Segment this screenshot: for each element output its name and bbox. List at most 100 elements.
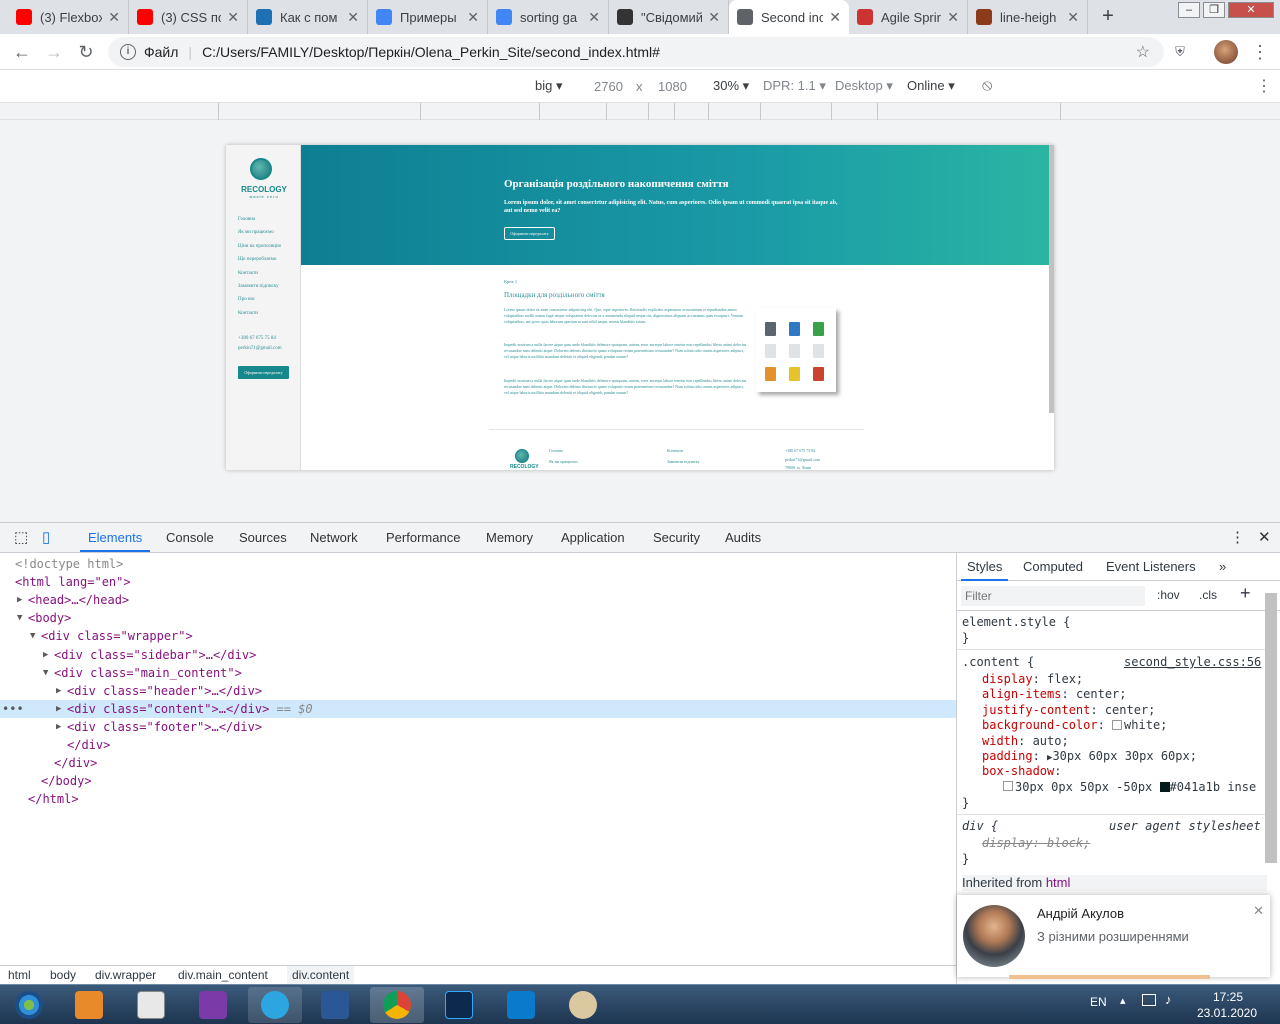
expand-toggle-icon[interactable]: ▶	[56, 718, 61, 736]
devtools-tab-sources[interactable]: Sources	[231, 523, 295, 552]
inspect-element-icon[interactable]: ⬚	[6, 523, 36, 552]
devtools-tab-elements[interactable]: Elements	[80, 523, 151, 552]
maximize-button[interactable]: ❐	[1203, 2, 1225, 18]
breadcrumb-item[interactable]: div.content	[287, 966, 355, 985]
dom-node[interactable]: ▼ <div class="wrapper">	[0, 627, 956, 645]
breadcrumb-item[interactable]: html	[3, 966, 36, 985]
styles-tab[interactable]: »	[1213, 553, 1232, 581]
extension-icon[interactable]: ⛨	[1168, 40, 1192, 64]
browser-tab[interactable]: Как с пом ✕	[248, 0, 368, 34]
device-select[interactable]: big ▾	[535, 78, 563, 94]
browser-tab[interactable]: Agile Sprir ✕	[849, 0, 968, 34]
devtools-close-icon[interactable]: ✕	[1250, 523, 1279, 552]
browser-tab[interactable]: (3) CSS по ✕	[129, 0, 248, 34]
browser-tab[interactable]: sorting ga ✕	[488, 0, 609, 34]
styles-scrollbar[interactable]	[1265, 593, 1277, 863]
box-shadow-value[interactable]: 30px 0px 50px -50px #041a1b inse	[1003, 779, 1256, 795]
node-actions-icon[interactable]: •••	[2, 700, 24, 718]
notification-close-icon[interactable]: ✕	[1253, 903, 1264, 919]
site-scrollbar[interactable]	[1049, 145, 1054, 413]
new-rule-icon[interactable]: +	[1240, 583, 1251, 604]
styles-tab[interactable]: Styles	[961, 553, 1009, 581]
expand-toggle-icon[interactable]: ▶	[43, 646, 48, 664]
address-url[interactable]: C:/Users/FAMILY/Desktop/Перкін/Olena_Per…	[202, 44, 660, 60]
sidebar-nav-item[interactable]: Замовити підписку	[238, 284, 279, 289]
devtools-tab-audits[interactable]: Audits	[717, 523, 769, 552]
element-style-selector[interactable]: element.style {	[962, 614, 1070, 630]
taskbar-paint[interactable]	[556, 987, 610, 1023]
device-height[interactable]: 1080	[658, 79, 687, 94]
tab-close-icon[interactable]: ✕	[467, 9, 479, 26]
sidebar-nav-item[interactable]: Що переробляємо	[238, 257, 276, 262]
devtools-tab-console[interactable]: Console	[158, 523, 222, 552]
taskbar-word[interactable]	[308, 987, 362, 1023]
device-toggle-icon[interactable]: ▯	[34, 523, 58, 552]
sidebar-nav-item[interactable]: Ціни на пропозицію	[238, 244, 281, 249]
devtools-tab-application[interactable]: Application	[553, 523, 633, 552]
dom-node[interactable]: ▶ ••• <div class="content">…</div> == $0	[0, 699, 956, 718]
menu-kebab-icon[interactable]: ⋮	[1248, 40, 1272, 64]
dom-node[interactable]: ▼ <div class="main_content">	[0, 664, 956, 682]
network-select[interactable]: Online ▾	[907, 78, 955, 94]
taskbar-photoshop[interactable]	[432, 987, 486, 1023]
tab-close-icon[interactable]: ✕	[829, 9, 841, 26]
expand-toggle-icon[interactable]: ▼	[43, 664, 48, 682]
rotate-icon[interactable]: ⦸	[982, 77, 992, 95]
color-swatch[interactable]	[1112, 720, 1123, 731]
network-icon[interactable]	[1142, 994, 1156, 1006]
dpr-select[interactable]: DPR: 1.1 ▾	[763, 78, 826, 94]
tab-close-icon[interactable]: ✕	[1067, 9, 1079, 26]
taskbar-vscode[interactable]	[494, 987, 548, 1023]
styles-filter-input[interactable]	[961, 586, 1145, 606]
footer-contact[interactable]: perkin71@gmail.com	[785, 457, 820, 462]
minimize-button[interactable]: –	[1178, 2, 1200, 18]
breadcrumb-item[interactable]: div.wrapper	[90, 966, 161, 985]
sidebar-nav-item[interactable]: Про нас	[238, 297, 255, 302]
info-icon[interactable]: i	[120, 44, 136, 60]
browser-tab[interactable]: line-heigh ✕	[968, 0, 1088, 34]
sidebar-nav-item[interactable]: Контакти	[238, 311, 258, 316]
styles-tab[interactable]: Event Listeners	[1100, 553, 1202, 581]
expand-toggle-icon[interactable]: ▶	[17, 591, 22, 609]
tab-close-icon[interactable]: ✕	[588, 9, 600, 26]
styles-tab[interactable]: Computed	[1017, 553, 1089, 581]
start-button[interactable]	[2, 987, 56, 1023]
css-declaration[interactable]: box-shadow:	[982, 763, 1069, 779]
footer-link[interactable]: Головна	[549, 448, 563, 453]
notification-toast[interactable]: Андрій Акулов З різними розширеннями ✕	[957, 895, 1270, 979]
expand-toggle-icon[interactable]: ▼	[17, 609, 22, 627]
tab-close-icon[interactable]: ✕	[227, 9, 239, 26]
dom-node[interactable]: ▶ <div class="sidebar">…</div>	[0, 646, 956, 664]
taskbar-time[interactable]: 17:25	[1198, 990, 1258, 1004]
zoom-select[interactable]: 30% ▾	[713, 78, 749, 94]
tab-close-icon[interactable]: ✕	[947, 9, 959, 26]
taskbar-telegram[interactable]	[248, 987, 302, 1023]
mode-select[interactable]: Desktop ▾	[835, 78, 893, 94]
css-declaration[interactable]: align-items: center;	[982, 686, 1127, 702]
sidebar-nav-item[interactable]: Головна	[238, 217, 255, 222]
browser-tab[interactable]: Second inc ✕	[729, 0, 849, 34]
dom-node[interactable]: </html>	[0, 790, 956, 808]
devtools-tab-security[interactable]: Security	[645, 523, 708, 552]
footer-link[interactable]: Замовити підписку	[667, 459, 699, 464]
dom-node[interactable]: ▶ <div class="footer">…</div>	[0, 718, 956, 736]
css-declaration[interactable]: width: auto;	[982, 733, 1069, 749]
sidebar-nav-item[interactable]: Контакти	[238, 271, 258, 276]
devtools-tab-memory[interactable]: Memory	[478, 523, 541, 552]
header-order-button[interactable]: Оформити передплату	[504, 227, 555, 240]
reload-icon[interactable]: ↻	[74, 40, 98, 64]
dom-node[interactable]: </div>	[0, 736, 956, 754]
volume-icon[interactable]: ♪	[1165, 992, 1172, 1007]
tab-close-icon[interactable]: ✕	[347, 9, 359, 26]
taskbar-media-player[interactable]	[62, 987, 116, 1023]
expand-toggle-icon[interactable]: ▶	[56, 682, 61, 700]
address-bar[interactable]: i Файл | C:/Users/FAMILY/Desktop/Перкін/…	[108, 37, 1164, 67]
sidebar-nav-item[interactable]: Як ми працюємо	[238, 230, 274, 235]
css-declaration[interactable]: background-color: white;	[982, 717, 1167, 733]
browser-tab[interactable]: (3) Flexbox ✕	[8, 0, 129, 34]
media-query-ruler[interactable]	[0, 102, 1280, 121]
dom-node[interactable]: <!doctype html>	[0, 555, 956, 573]
css-declaration[interactable]: display: flex;	[982, 671, 1083, 687]
hov-button[interactable]: :hov	[1157, 588, 1180, 602]
footer-link[interactable]: Як ми працюємо	[549, 459, 578, 464]
